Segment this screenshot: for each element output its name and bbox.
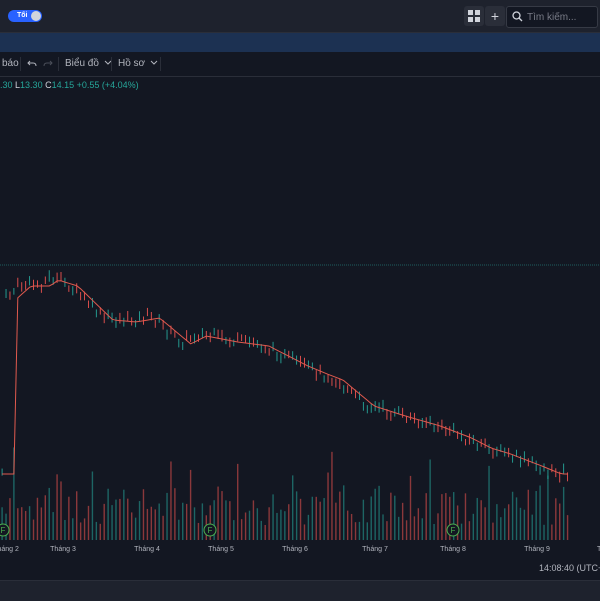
add-symbol-button[interactable]: + <box>485 6 505 26</box>
profile-menu-label: Hồ sơ <box>118 58 146 69</box>
x-tick-label: Tháng 2 <box>0 546 19 553</box>
top-bar: Tối + <box>0 0 600 33</box>
grid-icon <box>468 10 480 22</box>
chart-menu-label: Biểu đồ <box>65 58 99 69</box>
x-tick-label: Tháng 4 <box>134 546 160 553</box>
chart-menu[interactable]: Biểu đồ <box>65 52 112 76</box>
price-bars <box>1 270 569 483</box>
volume-bars <box>1 447 569 540</box>
earnings-marker-label: F <box>208 526 213 535</box>
plus-icon: + <box>490 8 500 24</box>
banner-bar <box>0 33 600 52</box>
x-tick-label: Tháng 9 <box>524 546 550 553</box>
x-tick-label: Tháng 3 <box>50 546 76 553</box>
clock: 14:08:40 (UTC+ <box>539 563 600 573</box>
toolbar-divider <box>20 57 21 71</box>
theme-toggle-label: Tối <box>17 12 28 19</box>
search-box[interactable] <box>506 6 598 28</box>
toolbar-divider <box>160 57 161 71</box>
search-icon <box>512 11 523 22</box>
x-tick-label: Tháng 6 <box>282 546 308 553</box>
profile-menu[interactable]: Hồ sơ <box>118 52 158 76</box>
search-input[interactable] <box>525 9 597 25</box>
price-chart[interactable]: FFF Tháng 2Tháng 3Tháng 4Tháng 5Tháng 6T… <box>0 76 600 561</box>
alert-button[interactable]: báo <box>2 52 19 76</box>
toggle-knob <box>31 11 41 21</box>
redo-icon[interactable] <box>43 59 53 69</box>
x-tick-label: Tháng 7 <box>362 546 388 553</box>
x-tick-label: Tháng 5 <box>208 546 234 553</box>
moving-average-line <box>2 280 568 475</box>
x-axis: Tháng 2 Tháng 3 Tháng 4 Tháng 5 Tháng 6 Tháng… <box>0 546 600 553</box>
theme-toggle[interactable]: Tối <box>8 10 42 22</box>
layout-grid-button[interactable] <box>464 6 484 26</box>
undo-icon[interactable] <box>27 59 37 69</box>
bottom-toolbar <box>0 580 600 601</box>
chart-toolbar: báo Biểu đồ Hồ sơ <box>0 52 600 77</box>
chevron-down-icon <box>150 60 158 65</box>
earnings-marker-label: F <box>1 526 6 535</box>
toolbar-divider <box>111 57 112 71</box>
earnings-marker-label: F <box>451 526 456 535</box>
x-tick-label: Tháng 8 <box>440 546 466 553</box>
toolbar-divider <box>58 57 59 71</box>
